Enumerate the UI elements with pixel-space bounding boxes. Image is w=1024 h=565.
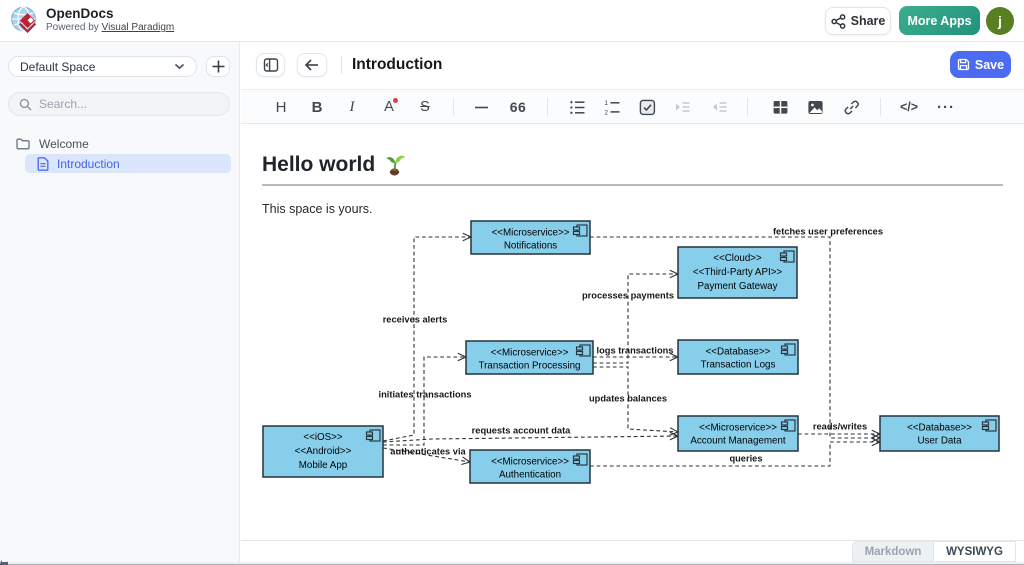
svg-text:Notifications: Notifications [504,241,557,252]
svg-text:reads/writes: reads/writes [813,422,867,432]
svg-text:2: 2 [604,109,608,116]
svg-text:<<Third-Party API>>: <<Third-Party API>> [693,267,783,278]
svg-text:Payment Gateway: Payment Gateway [697,281,777,292]
svg-text:logs transactions: logs transactions [597,346,674,356]
svg-text:fetches user preferences: fetches user preferences [773,227,883,237]
svg-text:<<Microservice>>: <<Microservice>> [699,423,777,434]
svg-text:<<Microservice>>: <<Microservice>> [491,348,569,359]
svg-text:requests account data: requests account data [472,426,572,436]
svg-text:<<Database>>: <<Database>> [907,423,972,434]
svg-text:processes payments: processes payments [582,291,674,301]
svg-text:Authentication: Authentication [499,470,561,481]
svg-text:<<Microservice>>: <<Microservice>> [491,457,569,468]
svg-text:User Data: User Data [917,436,962,447]
svg-text:initiates transactions: initiates transactions [379,390,472,400]
svg-text:Mobile App: Mobile App [299,460,348,471]
svg-text:updates balances: updates balances [589,394,667,404]
svg-text:<<Cloud>>: <<Cloud>> [713,253,762,264]
svg-text:<<Android>>: <<Android>> [295,446,352,457]
svg-text:<<iOS>>: <<iOS>> [303,432,342,443]
svg-text:queries: queries [729,454,762,464]
svg-text:authenticates via: authenticates via [390,447,466,457]
svg-text:Transaction Processing: Transaction Processing [478,361,580,372]
svg-text:1: 1 [604,100,608,107]
svg-text:receives alerts: receives alerts [383,315,448,325]
svg-text:Account Management: Account Management [690,436,786,447]
svg-text:<<Database>>: <<Database>> [706,347,771,358]
svg-text:<<Microservice>>: <<Microservice>> [492,228,570,239]
svg-text:Transaction Logs: Transaction Logs [701,360,776,371]
